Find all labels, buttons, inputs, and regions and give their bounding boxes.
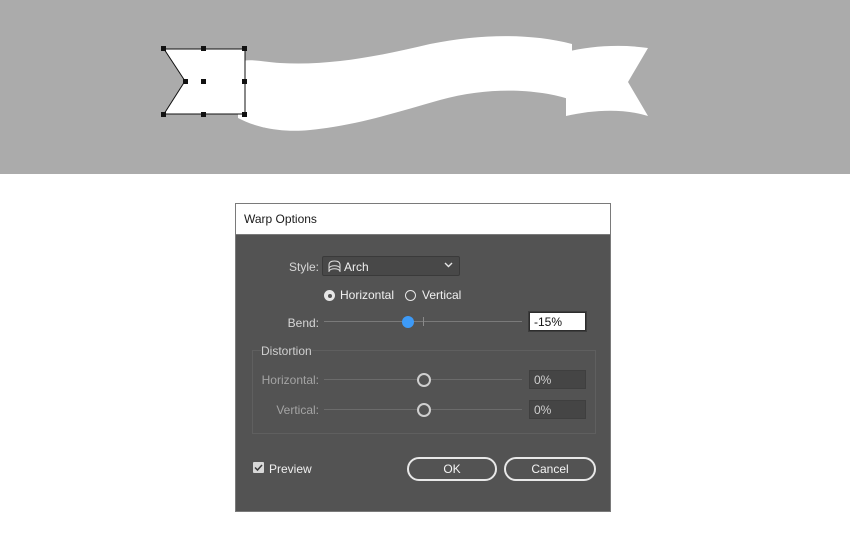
style-label: Style: (288, 260, 319, 274)
vertical-radio-label[interactable]: Vertical (422, 288, 461, 302)
warp-options-dialog: Warp Options Style: Arch Horizontal Vert… (235, 203, 611, 512)
artboard-canvas[interactable] (0, 0, 850, 174)
dialog-titlebar[interactable]: Warp Options (236, 204, 610, 235)
chevron-down-icon (444, 262, 453, 268)
distortion-title: Distortion (261, 344, 312, 358)
dialog-title: Warp Options (244, 212, 317, 226)
cancel-button[interactable]: Cancel (504, 457, 596, 481)
preview-label[interactable]: Preview (269, 462, 312, 476)
distortion-group (252, 350, 596, 434)
distortion-vertical-thumb[interactable] (417, 403, 431, 417)
handle-top-left (161, 46, 166, 51)
bend-label: Bend: (287, 316, 319, 330)
distortion-horizontal-input[interactable]: 0% (529, 370, 586, 389)
ok-button[interactable]: OK (407, 457, 497, 481)
handle-top-right (242, 46, 247, 51)
style-dropdown[interactable]: Arch (322, 256, 460, 276)
vertical-radio[interactable] (405, 290, 416, 301)
horizontal-radio-label[interactable]: Horizontal (340, 288, 394, 302)
handle-mid-right (242, 79, 247, 84)
handle-center (201, 79, 206, 84)
ribbon-right-tail (566, 45, 648, 117)
preview-checkbox[interactable] (253, 462, 264, 473)
distortion-vertical-input[interactable]: 0% (529, 400, 586, 419)
bend-center-tick (423, 317, 424, 326)
arch-icon (328, 260, 341, 272)
distortion-horizontal-label: Horizontal: (261, 373, 319, 387)
bend-slider-thumb[interactable] (402, 316, 415, 328)
handle-bottom-right (242, 112, 247, 117)
checkmark-icon (254, 464, 263, 472)
handle-bottom-left (161, 112, 166, 117)
style-value: Arch (344, 260, 369, 274)
distortion-vertical-label: Vertical: (276, 403, 319, 417)
handle-bottom-mid (201, 112, 206, 117)
bend-input[interactable]: -15% (528, 311, 587, 332)
ribbon-artwork (161, 36, 648, 131)
distortion-horizontal-thumb[interactable] (417, 373, 431, 387)
handle-mid-left (183, 79, 188, 84)
horizontal-radio[interactable] (324, 290, 335, 301)
ribbon-band (238, 36, 572, 131)
handle-top-mid (201, 46, 206, 51)
